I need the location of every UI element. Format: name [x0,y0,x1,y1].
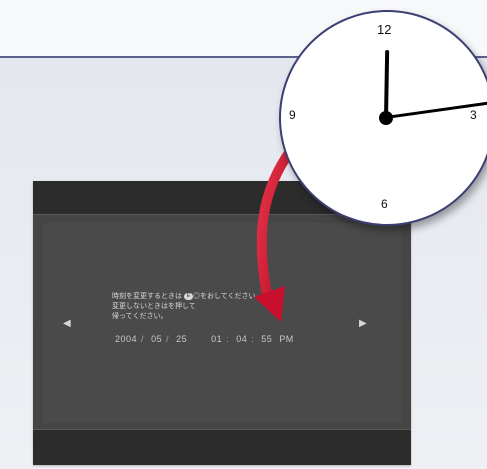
hour-hand [383,49,390,121]
ampm-field[interactable]: PM [279,334,294,344]
hour-field[interactable]: 01 [211,334,222,344]
clock: 12 3 6 9 [279,10,487,226]
clock-numeral-3: 3 [470,108,477,122]
day-field[interactable]: 25 [176,334,187,344]
datetime-display: 2004/ 05/ 25 01: 04: 55 PM [115,334,294,344]
tv-screen: ◀ ▶ 時刻を変更するときは E ◎をおしてください。 変更しないときはを押して … [33,181,411,465]
clock-face: 12 3 6 9 [279,10,487,226]
clock-numeral-6: 6 [381,197,388,211]
instruction-line-2: 変更しないときはを押して [112,303,196,310]
instruction-line-3: 帰ってください。 [112,313,168,320]
screen-bottom-band [33,429,411,465]
clock-numeral-12: 12 [377,22,392,37]
second-field[interactable]: 55 [261,334,272,344]
right-arrow-icon[interactable]: ▶ [359,319,369,329]
left-arrow-icon[interactable]: ◀ [63,319,73,329]
month-field[interactable]: 05 [151,334,162,344]
minute-field[interactable]: 04 [236,334,247,344]
clock-numeral-9: 9 [289,108,296,122]
instruction-line-1: 時刻を変更するときは E ◎をおしてください。 [112,292,263,300]
enter-button-icon: E [183,292,193,300]
clock-center [379,111,393,125]
year-field[interactable]: 2004 [115,334,137,344]
instruction-text: 時刻を変更するときは E ◎をおしてください。 変更しないときはを押して 帰ってく… [112,292,352,322]
settings-panel [43,223,401,423]
